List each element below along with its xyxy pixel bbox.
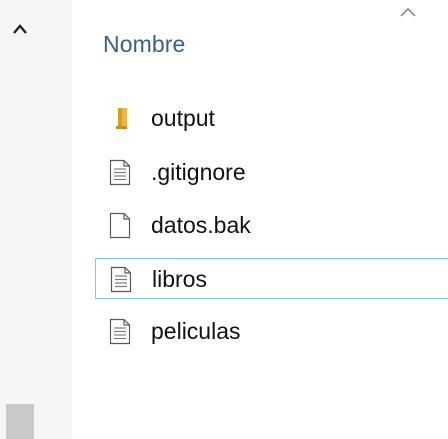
file-row-peliculas[interactable]: peliculas (95, 311, 448, 352)
file-row-datos-bak[interactable]: datos.bak (95, 205, 448, 246)
scrollbar-thumb[interactable] (6, 404, 34, 439)
file-row-libros[interactable]: libros (95, 258, 448, 299)
chevron-up-icon (13, 24, 27, 34)
file-row-gitignore[interactable]: .gitignore (95, 152, 448, 193)
folder-icon (116, 108, 127, 129)
name-column-header[interactable]: Nombre (103, 31, 185, 58)
file-name: .gitignore (151, 159, 246, 185)
navigation-pane (0, 0, 72, 439)
file-name: output (151, 105, 215, 131)
sort-up-icon[interactable] (400, 7, 416, 17)
file-name: peliculas (151, 318, 241, 344)
scroll-up-button[interactable] (9, 20, 31, 38)
text-file-icon (109, 318, 131, 345)
text-file-icon (109, 159, 131, 186)
text-file-icon (110, 266, 132, 293)
file-icon (109, 212, 131, 239)
file-name: datos.bak (151, 212, 251, 238)
file-row-output[interactable]: output (95, 98, 448, 139)
file-name: libros (152, 266, 207, 292)
